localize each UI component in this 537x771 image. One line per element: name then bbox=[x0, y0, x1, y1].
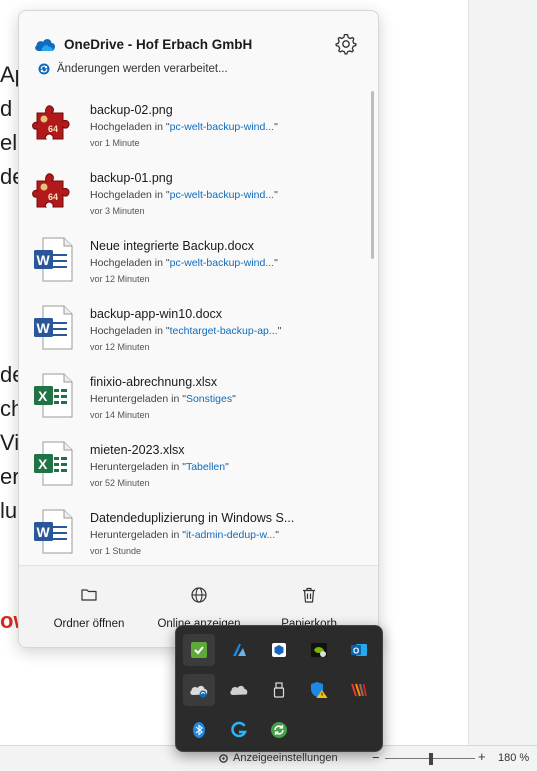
cloud-icon[interactable] bbox=[223, 674, 255, 706]
cube-icon[interactable] bbox=[263, 634, 295, 666]
file-item-backup-app-win10[interactable]: W backup-app-win10.docx Hochgeladen in "… bbox=[19, 301, 369, 369]
word-icon: W bbox=[34, 509, 73, 554]
flyout-header: OneDrive - Hof Erbach GmbH Änderungen we… bbox=[19, 11, 378, 86]
file-folder-link[interactable]: pc-welt-backup-wind... bbox=[170, 257, 274, 269]
display-settings-icon bbox=[219, 753, 228, 763]
logitech-g-icon[interactable] bbox=[223, 714, 255, 746]
doc-text-fragment: lu bbox=[0, 498, 18, 523]
file-action: Hochgeladen in "pc-welt-backup-wind..." bbox=[90, 189, 278, 201]
file-action: Heruntergeladen in "it-admin-dedup-w..." bbox=[90, 529, 279, 541]
jigsaw-64-icon: 64 bbox=[32, 105, 70, 140]
svg-text:X: X bbox=[38, 456, 48, 472]
file-name: backup-01.png bbox=[90, 171, 173, 185]
file-name: backup-02.png bbox=[90, 103, 173, 117]
file-item-backup-02[interactable]: 64 backup-02.png Hochgeladen in "pc-welt… bbox=[19, 97, 369, 165]
globe-icon bbox=[191, 587, 207, 603]
file-name: Neue integrierte Backup.docx bbox=[90, 239, 254, 253]
zoom-slider-thumb[interactable] bbox=[429, 753, 433, 765]
file-folder-link[interactable]: it-admin-dedup-w... bbox=[186, 529, 275, 541]
refresh-green-icon[interactable] bbox=[263, 714, 295, 746]
file-time: vor 1 Stunde bbox=[90, 546, 142, 556]
file-time: vor 3 Minuten bbox=[90, 206, 145, 216]
file-folder-link[interactable]: pc-welt-backup-wind... bbox=[170, 189, 274, 201]
folder-icon bbox=[81, 589, 97, 601]
svg-text:64: 64 bbox=[48, 124, 58, 134]
file-name: mieten-2023.xlsx bbox=[90, 443, 185, 457]
file-list-scrollbar[interactable] bbox=[371, 91, 375, 561]
defender-warning-icon[interactable] bbox=[303, 674, 335, 706]
file-time: vor 12 Minuten bbox=[90, 342, 150, 352]
zoom-in-button[interactable]: + bbox=[478, 749, 486, 764]
bluetooth-icon[interactable] bbox=[183, 714, 215, 746]
tray-overflow-panel: O bbox=[175, 625, 383, 752]
file-action: Heruntergeladen in "Sonstiges" bbox=[90, 393, 236, 405]
open-folder-button[interactable]: Ordner öffnen bbox=[34, 586, 144, 636]
zoom-level[interactable]: 180 % bbox=[498, 752, 529, 764]
file-name: Datendeduplizierung in Windows S... bbox=[90, 511, 295, 525]
trash-icon bbox=[303, 587, 315, 603]
gear-icon[interactable] bbox=[334, 32, 358, 56]
file-name: backup-app-win10.docx bbox=[90, 307, 223, 321]
svg-text:O: O bbox=[353, 647, 359, 656]
file-item-backup-01[interactable]: 64 backup-01.png Hochgeladen in "pc-welt… bbox=[19, 165, 369, 233]
doc-text-fragment: er bbox=[0, 464, 20, 489]
file-folder-link[interactable]: pc-welt-backup-wind... bbox=[170, 121, 274, 133]
scrollbar-thumb[interactable] bbox=[371, 91, 374, 259]
file-item-datendeduplizierung[interactable]: W Datendeduplizierung in Windows S... He… bbox=[19, 505, 369, 561]
shield-check-icon[interactable] bbox=[183, 634, 215, 666]
display-settings-button[interactable]: Anzeigeeinstellungen bbox=[218, 752, 338, 764]
file-folder-link[interactable]: Tabellen bbox=[186, 461, 225, 473]
file-time: vor 52 Minuten bbox=[90, 478, 150, 488]
file-action: Hochgeladen in "techtarget-backup-ap..." bbox=[90, 325, 282, 337]
file-time: vor 12 Minuten bbox=[90, 274, 150, 284]
file-folder-link[interactable]: Sonstiges bbox=[186, 393, 232, 405]
usb-icon[interactable] bbox=[263, 674, 295, 706]
word-icon: W bbox=[34, 237, 73, 282]
azure-icon[interactable] bbox=[223, 634, 255, 666]
account-name: OneDrive - Hof Erbach GmbH bbox=[64, 37, 253, 52]
doc-text-fragment: d bbox=[0, 96, 13, 121]
file-item-finixio-abrechnung[interactable]: X finixio-abrechnung.xlsx Heruntergelade… bbox=[19, 369, 369, 437]
open-folder-label: Ordner öffnen bbox=[53, 618, 125, 630]
file-time: vor 1 Minute bbox=[90, 138, 140, 148]
excel-icon: X bbox=[34, 441, 73, 486]
onedrive-flyout: OneDrive - Hof Erbach GmbH Änderungen we… bbox=[18, 10, 379, 648]
stripes-icon[interactable] bbox=[343, 674, 375, 706]
svg-text:64: 64 bbox=[48, 192, 58, 202]
outlook-icon[interactable]: O bbox=[343, 634, 375, 666]
onedrive-cloud-icon bbox=[35, 39, 56, 51]
recent-files-list: 64 backup-02.png Hochgeladen in "pc-welt… bbox=[19, 91, 369, 561]
file-action: Hochgeladen in "pc-welt-backup-wind..." bbox=[90, 121, 278, 133]
sync-status-text: Änderungen werden verarbeitet... bbox=[57, 63, 228, 75]
file-time: vor 14 Minuten bbox=[90, 410, 150, 420]
zoom-slider[interactable] bbox=[385, 753, 475, 765]
doc-text-fragment: Vi bbox=[0, 430, 20, 455]
file-item-neue-integrierte-backup[interactable]: W Neue integrierte Backup.docx Hochgelad… bbox=[19, 233, 369, 301]
document-right-margin bbox=[468, 0, 537, 745]
nvidia-icon[interactable] bbox=[303, 634, 335, 666]
file-folder-link[interactable]: techtarget-backup-ap... bbox=[170, 325, 278, 337]
sync-progress-icon bbox=[38, 63, 50, 75]
word-icon: W bbox=[34, 305, 73, 350]
svg-text:W: W bbox=[37, 524, 51, 540]
onedrive-sync-icon[interactable] bbox=[183, 674, 215, 706]
svg-text:X: X bbox=[38, 388, 48, 404]
svg-text:W: W bbox=[37, 320, 51, 336]
jigsaw-64-icon: 64 bbox=[32, 173, 70, 208]
file-action: Heruntergeladen in "Tabellen" bbox=[90, 461, 229, 473]
excel-icon: X bbox=[34, 373, 73, 418]
file-name: finixio-abrechnung.xlsx bbox=[90, 375, 218, 389]
svg-text:W: W bbox=[37, 252, 51, 268]
zoom-out-button[interactable]: − bbox=[372, 750, 380, 765]
display-settings-label: Anzeigeeinstellungen bbox=[233, 752, 338, 764]
file-action: Hochgeladen in "pc-welt-backup-wind..." bbox=[90, 257, 278, 269]
file-item-mieten-2023[interactable]: X mieten-2023.xlsx Heruntergeladen in "T… bbox=[19, 437, 369, 505]
